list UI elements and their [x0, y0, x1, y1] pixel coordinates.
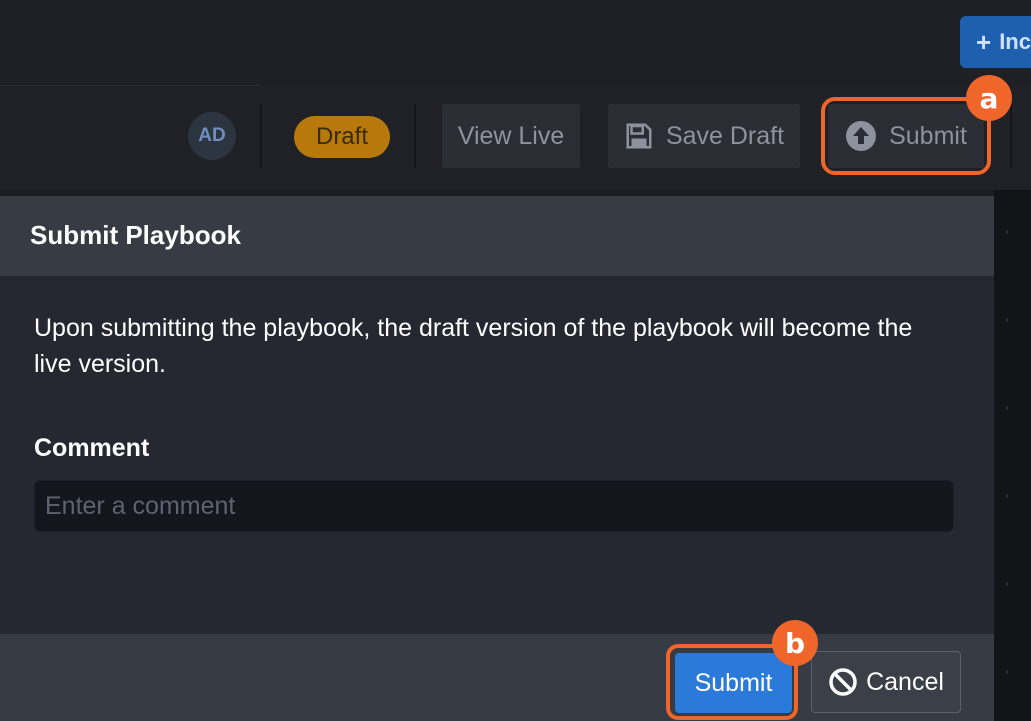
background-canvas-edge: [994, 190, 1031, 721]
canvas-tick: [1006, 318, 1008, 322]
dialog-header: Submit Playbook: [0, 196, 994, 276]
comment-input[interactable]: [34, 480, 954, 532]
canvas-tick: [1006, 582, 1008, 586]
app-root: + Inc AD Draft View Live Save Draft Subm…: [0, 0, 1031, 721]
view-live-button[interactable]: View Live: [442, 104, 580, 168]
canvas-tick: [1006, 230, 1008, 234]
toolbar-divider: [414, 104, 416, 168]
callout-b: b: [772, 620, 818, 666]
toolbar-divider: [260, 104, 262, 168]
ban-icon: [829, 668, 857, 696]
new-button-label: Inc: [999, 29, 1031, 54]
toolbar-divider: [1010, 104, 1012, 168]
comment-label: Comment: [34, 434, 150, 462]
callout-a: a: [966, 75, 1012, 121]
status-badge-label: Draft: [315, 123, 368, 150]
dialog-cancel-label: Cancel: [866, 667, 944, 696]
callout-a-label: a: [979, 81, 999, 115]
submit-highlight: [821, 97, 991, 175]
top-bar: [0, 0, 1031, 86]
new-incident-button[interactable]: + Inc: [960, 16, 1031, 68]
avatar-initials: AD: [198, 125, 226, 146]
floppy-disk-icon: [626, 123, 652, 149]
callout-b-label: b: [784, 626, 806, 660]
avatar[interactable]: AD: [188, 112, 236, 160]
dialog-cancel-button[interactable]: Cancel: [811, 651, 961, 713]
canvas-tick: [1006, 406, 1008, 410]
dialog-title: Submit Playbook: [30, 220, 241, 250]
status-badge: Draft: [294, 116, 390, 158]
save-draft-button[interactable]: Save Draft: [608, 104, 800, 168]
save-draft-label: Save Draft: [665, 121, 785, 150]
canvas-tick: [1006, 670, 1008, 674]
view-live-label: View Live: [457, 121, 565, 150]
submit-playbook-dialog: Submit Playbook Upon submitting the play…: [0, 196, 994, 721]
canvas-tick: [1006, 494, 1008, 498]
dialog-message: Upon submitting the playbook, the draft …: [34, 314, 913, 378]
plus-icon: +: [976, 26, 992, 57]
